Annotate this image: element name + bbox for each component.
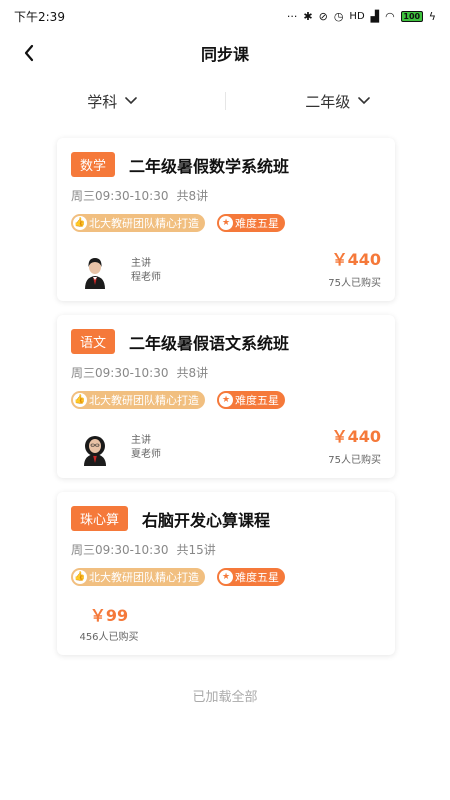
signal-dots-icon: ···: [286, 9, 298, 23]
star-icon: ★: [219, 570, 233, 584]
cell-signal-icon: ▟: [370, 9, 380, 23]
course-title: 右脑开发心算课程: [142, 510, 271, 530]
thumbs-up-icon: 👍: [73, 216, 87, 230]
mute-icon: ⊘: [318, 9, 328, 23]
course-badges: 👍 北大教研团队精心打造 ★ 难度五星: [71, 214, 381, 232]
course-schedule: 周三09:30-10:30 共15讲: [71, 541, 381, 558]
price-box: ￥99 456人已购买: [71, 602, 141, 643]
course-price: ￥440: [331, 427, 381, 446]
course-schedule: 周三09:30-10:30 共8讲: [71, 364, 381, 381]
course-badges: 👍 北大教研团队精心打造 ★ 难度五星: [71, 568, 381, 586]
price-box: ￥440 75人已购买: [328, 423, 381, 466]
difficulty-badge-label: 难度五星: [235, 217, 279, 230]
team-badge-label: 北大教研团队精心打造: [89, 394, 199, 407]
wifi-icon: ◠: [385, 9, 395, 23]
buyer-count: 456人已购买: [79, 632, 139, 643]
course-schedule: 周三09:30-10:30 共8讲: [71, 187, 381, 204]
grade-filter-label: 二年级: [305, 92, 351, 111]
chevron-down-icon: [125, 97, 138, 105]
difficulty-badge: ★ 难度五星: [217, 214, 285, 232]
course-time: 周三09:30-10:30: [71, 366, 169, 380]
teacher-role: 主讲: [131, 435, 151, 446]
status-bar: 下午2:39 ··· ✱ ⊘ ◷ HD ▟ ◠ 100 ϟ: [0, 0, 450, 32]
star-icon: ★: [219, 216, 233, 230]
bluetooth-icon: ✱: [303, 9, 313, 23]
price-box: ￥440 75人已购买: [328, 246, 381, 289]
course-lessons: 共8讲: [176, 189, 209, 203]
team-badge-label: 北大教研团队精心打造: [89, 571, 199, 584]
subject-tag: 语文: [71, 329, 116, 354]
course-time: 周三09:30-10:30: [71, 543, 169, 557]
difficulty-badge-label: 难度五星: [235, 394, 279, 407]
thumbs-up-icon: 👍: [73, 570, 87, 584]
course-lessons: 共8讲: [176, 366, 209, 380]
alarm-icon: ◷: [333, 9, 344, 23]
back-button[interactable]: [16, 40, 42, 66]
teacher-name: 夏老师: [131, 449, 161, 460]
course-title: 二年级暑假数学系统班: [129, 156, 290, 176]
buyer-count: 75人已购买: [328, 455, 381, 466]
thumbs-up-icon: 👍: [73, 393, 87, 407]
teacher-info: 主讲 程老师: [71, 253, 161, 289]
signal-hd-label: HD: [349, 10, 365, 22]
course-card[interactable]: 珠心算 右脑开发心算课程 周三09:30-10:30 共15讲 👍 北大教研团队…: [57, 492, 395, 655]
course-title: 二年级暑假语文系统班: [129, 333, 290, 353]
chevron-left-icon: [24, 44, 34, 62]
teacher-role: 主讲: [131, 258, 151, 269]
grade-filter-dropdown[interactable]: 二年级: [226, 91, 450, 112]
subject-tag: 数学: [71, 152, 116, 177]
team-badge: 👍 北大教研团队精心打造: [71, 214, 205, 232]
course-card[interactable]: 数学 二年级暑假数学系统班 周三09:30-10:30 共8讲 👍 北大教研团队…: [57, 138, 395, 301]
difficulty-badge-label: 难度五星: [235, 571, 279, 584]
difficulty-badge: ★ 难度五星: [217, 568, 285, 586]
team-badge: 👍 北大教研团队精心打造: [71, 568, 205, 586]
subject-tag: 珠心算: [71, 506, 129, 531]
course-card[interactable]: 语文 二年级暑假语文系统班 周三09:30-10:30 共8讲 👍 北大教研团队…: [57, 315, 395, 478]
teacher-avatar: [77, 430, 113, 466]
teacher-avatar: [77, 253, 113, 289]
status-icons: ··· ✱ ⊘ ◷ HD ▟ ◠ 100 ϟ: [287, 10, 436, 23]
charging-icon: ϟ: [428, 9, 436, 23]
course-time: 周三09:30-10:30: [71, 189, 169, 203]
teacher-name: 程老师: [131, 272, 161, 283]
subject-filter-label: 学科: [87, 92, 118, 111]
filter-bar: 学科 二年级: [0, 82, 450, 120]
status-time: 下午2:39: [14, 9, 65, 24]
team-badge-label: 北大教研团队精心打造: [89, 217, 199, 230]
course-lessons: 共15讲: [176, 543, 216, 557]
course-badges: 👍 北大教研团队精心打造 ★ 难度五星: [71, 391, 381, 409]
difficulty-badge: ★ 难度五星: [217, 391, 285, 409]
team-badge: 👍 北大教研团队精心打造: [71, 391, 205, 409]
page-title: 同步课: [200, 45, 249, 64]
chevron-down-icon: [358, 97, 371, 105]
teacher-info: 主讲 夏老师: [71, 430, 161, 466]
loaded-all-note: 已加载全部: [192, 690, 258, 705]
star-icon: ★: [219, 393, 233, 407]
nav-bar: 同步课: [0, 32, 450, 74]
course-list: 数学 二年级暑假数学系统班 周三09:30-10:30 共8讲 👍 北大教研团队…: [57, 138, 395, 669]
course-price: ￥99: [89, 606, 129, 625]
buyer-count: 75人已购买: [328, 278, 381, 289]
subject-filter-dropdown[interactable]: 学科: [0, 91, 225, 112]
course-price: ￥440: [331, 250, 381, 269]
battery-icon: 100: [400, 10, 423, 22]
